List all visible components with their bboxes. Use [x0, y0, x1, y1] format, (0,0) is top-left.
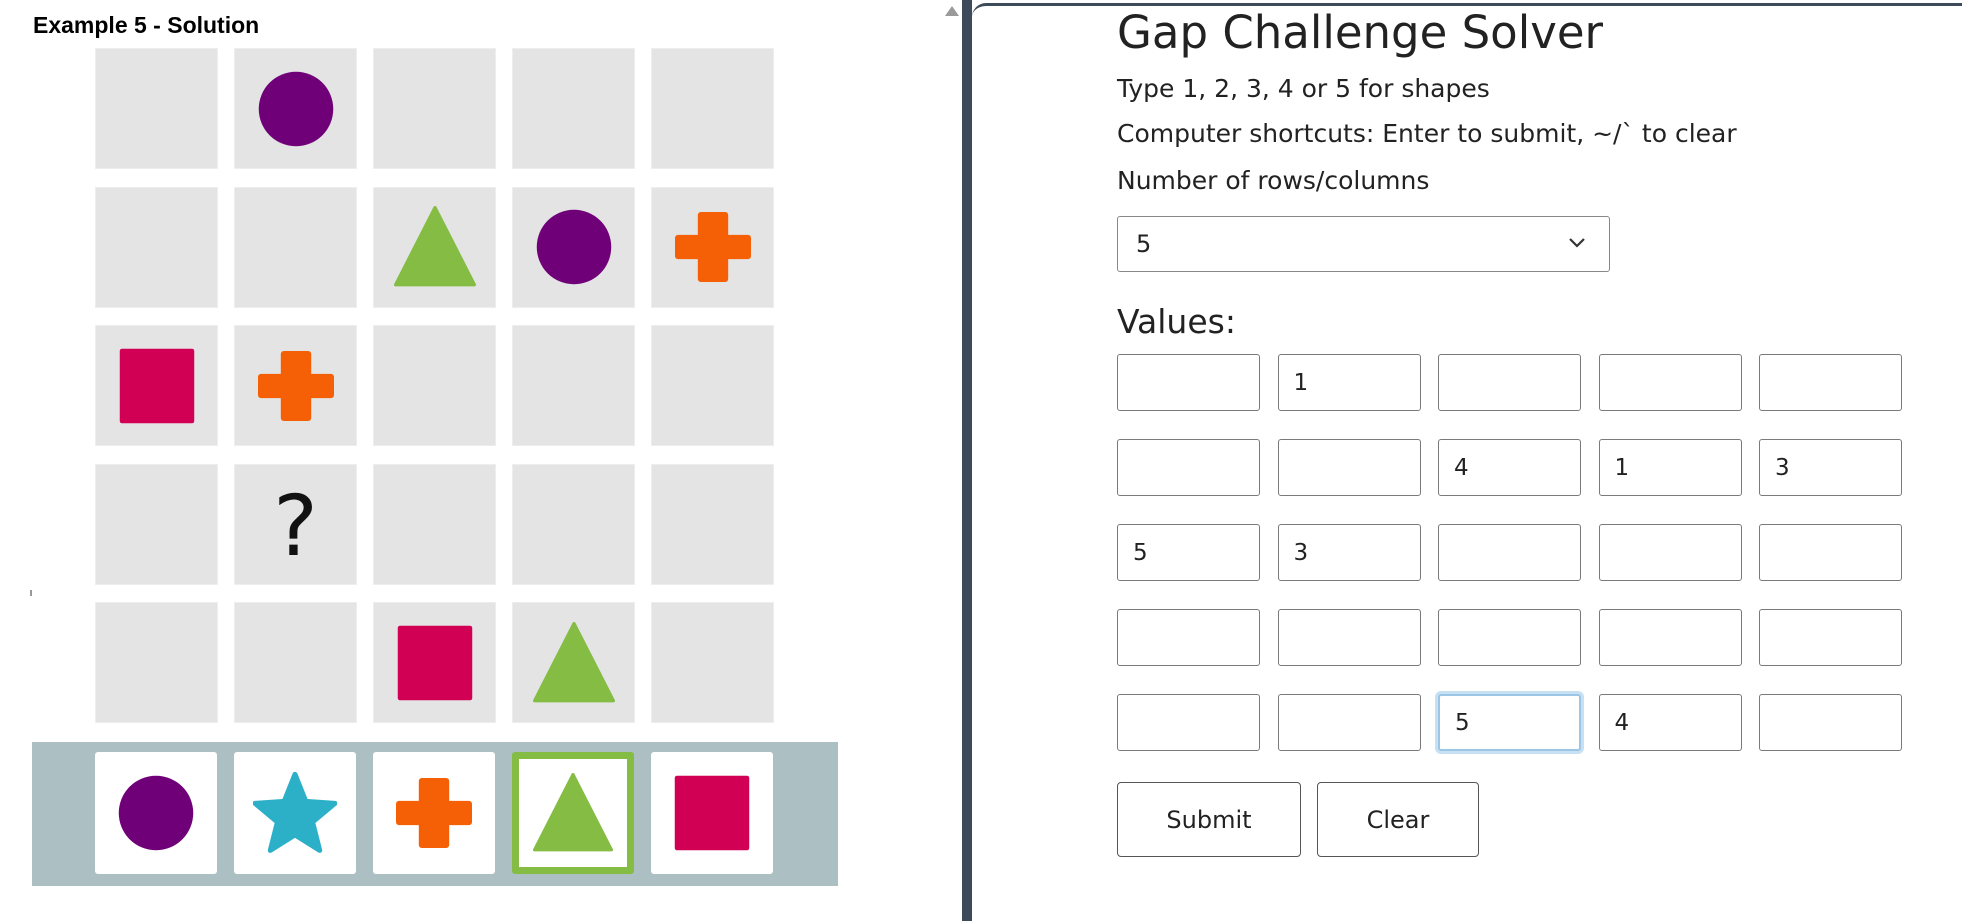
left-scrollbar[interactable]: [944, 0, 960, 921]
answer-options-tray: [32, 742, 838, 886]
puzzle-cell: [95, 325, 218, 446]
option-square: [651, 752, 773, 874]
rows-columns-selected-value: 5: [1136, 230, 1152, 258]
puzzle-cell: [512, 48, 635, 169]
value-input[interactable]: [1759, 354, 1902, 411]
submit-button[interactable]: Submit: [1117, 782, 1301, 857]
rows-columns-select[interactable]: 5: [1117, 216, 1610, 272]
value-input[interactable]: [1759, 694, 1902, 751]
scroll-up-arrow-icon[interactable]: [945, 6, 959, 16]
puzzle-cell: [373, 602, 496, 723]
puzzle-cell: [95, 186, 218, 308]
puzzle-cell: [234, 602, 357, 723]
triangle-icon: [533, 773, 613, 852]
values-label: Values:: [1117, 302, 1236, 341]
option-triangle: [512, 752, 634, 874]
puzzle-cell: [234, 325, 357, 446]
puzzle-cell: [512, 463, 635, 585]
solver-panel: Gap Challenge Solver Type 1, 2, 3, 4 or …: [972, 3, 1962, 921]
puzzle-cell: [95, 463, 218, 585]
square-icon: [397, 625, 472, 700]
page-title: Gap Challenge Solver: [1117, 6, 1604, 59]
puzzle-cell: [512, 325, 635, 446]
cross-icon: [674, 212, 751, 282]
option-star: [234, 752, 356, 874]
value-input[interactable]: [1759, 609, 1902, 666]
puzzle-cell: [234, 186, 357, 308]
puzzle-cell: [373, 463, 496, 585]
puzzle-cell: [512, 186, 635, 308]
value-input[interactable]: [1759, 524, 1902, 581]
value-input[interactable]: [1438, 694, 1581, 751]
value-input[interactable]: [1277, 439, 1421, 496]
puzzle-cell: ?: [234, 463, 357, 585]
puzzle-cell: [651, 463, 774, 585]
circle-icon: [258, 71, 333, 146]
chevron-down-icon: [1569, 238, 1585, 248]
puzzle-cell: [651, 186, 774, 308]
value-input[interactable]: [1759, 439, 1902, 496]
star-icon: [253, 771, 337, 853]
puzzle-cell: [95, 48, 218, 169]
clear-button[interactable]: Clear: [1317, 782, 1479, 857]
puzzle-cell: [651, 48, 774, 169]
value-input[interactable]: [1598, 524, 1742, 581]
image-artifact: [30, 590, 32, 596]
option-circle: [95, 752, 217, 874]
option-cross: [373, 752, 495, 874]
circle-icon: [536, 209, 611, 285]
window-divider[interactable]: [962, 0, 972, 921]
value-input[interactable]: [1277, 694, 1421, 751]
value-input[interactable]: [1117, 609, 1260, 666]
square-icon: [674, 775, 750, 851]
value-input[interactable]: [1598, 354, 1742, 411]
rows-columns-label: Number of rows/columns: [1117, 166, 1430, 195]
value-input[interactable]: [1438, 609, 1581, 666]
value-input[interactable]: [1438, 354, 1581, 411]
value-input[interactable]: [1598, 609, 1742, 666]
value-input[interactable]: [1117, 694, 1260, 751]
puzzle-cell: [373, 186, 496, 308]
value-input[interactable]: [1598, 439, 1742, 496]
puzzle-cell: [373, 48, 496, 169]
puzzle-cell: [651, 325, 774, 446]
puzzle-cell: [373, 325, 496, 446]
example-title: Example 5 - Solution: [33, 12, 260, 38]
value-input[interactable]: [1438, 524, 1581, 581]
value-input[interactable]: [1277, 354, 1421, 411]
puzzle-cell: [95, 602, 218, 723]
puzzle-image: Example 5 - Solution ?: [0, 0, 960, 921]
value-input[interactable]: [1117, 439, 1260, 496]
instructions-text: Type 1, 2, 3, 4 or 5 for shapes: [1117, 74, 1490, 103]
value-input[interactable]: [1277, 609, 1421, 666]
puzzle-cell: [512, 602, 635, 723]
value-input[interactable]: [1598, 694, 1742, 751]
square-icon: [119, 348, 194, 423]
puzzle-cell: [651, 602, 774, 723]
puzzle-cell: [234, 48, 357, 169]
value-input[interactable]: [1438, 439, 1581, 496]
question-mark: ?: [273, 477, 318, 575]
circle-icon: [118, 775, 194, 851]
cross-icon: [396, 778, 472, 848]
value-input[interactable]: [1117, 524, 1260, 581]
value-input[interactable]: [1117, 354, 1260, 411]
shortcuts-text: Computer shortcuts: Enter to submit, ~/`…: [1117, 119, 1737, 148]
triangle-icon: [393, 206, 476, 287]
value-input[interactable]: [1277, 524, 1421, 581]
cross-icon: [257, 350, 334, 421]
triangle-icon: [532, 621, 615, 702]
